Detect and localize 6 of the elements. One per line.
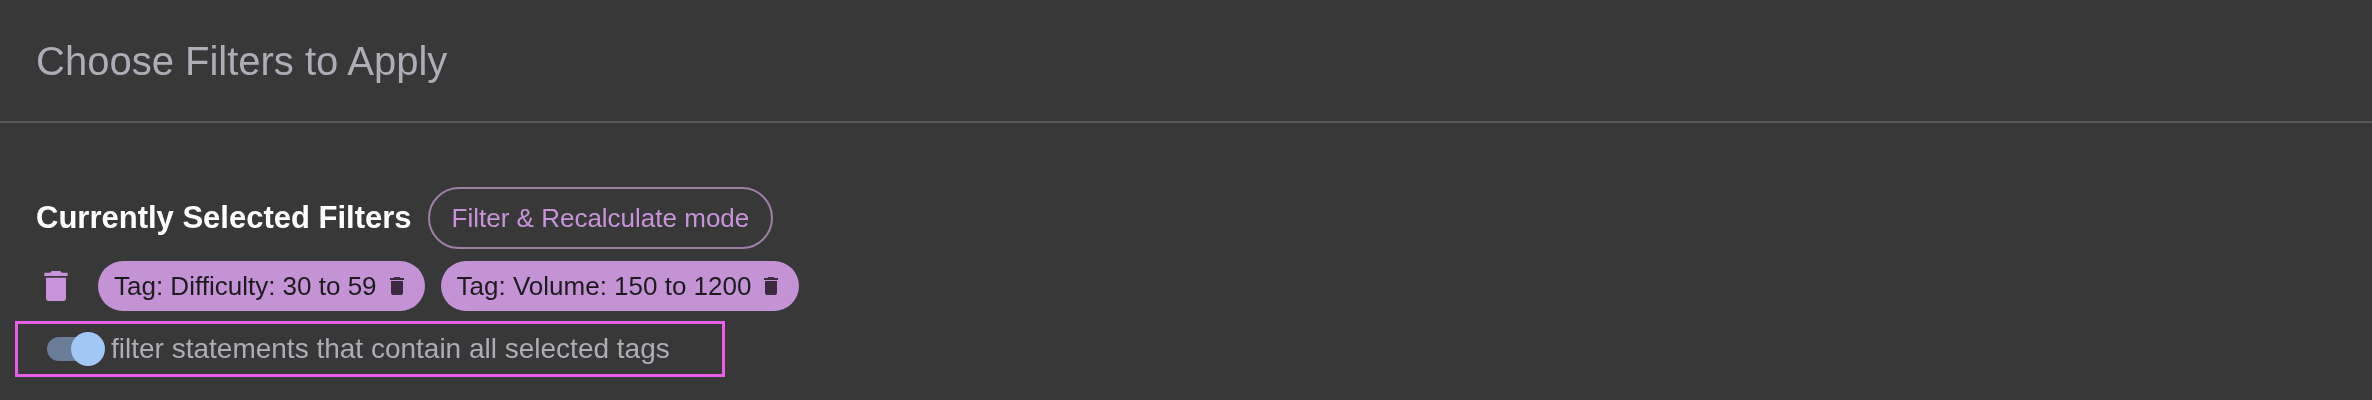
section-heading: Currently Selected Filters — [36, 198, 412, 237]
toggle-label: filter statements that contain all selected tags — [111, 332, 670, 366]
filter-chip[interactable]: Tag: Difficulty: 30 to 59 — [98, 261, 425, 311]
dialog-title: Choose Filters to Apply — [36, 37, 448, 85]
mode-button[interactable]: Filter & Recalculate mode — [427, 187, 774, 249]
filter-chip[interactable]: Tag: Volume: 150 to 1200 — [440, 261, 800, 311]
